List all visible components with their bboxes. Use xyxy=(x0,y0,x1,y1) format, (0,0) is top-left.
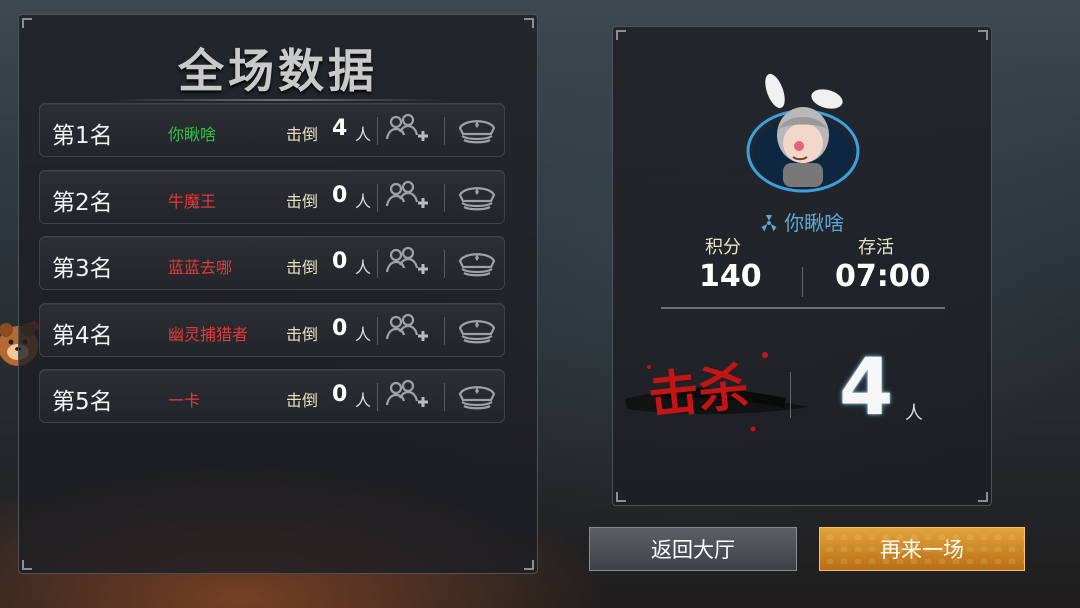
police-cap-icon[interactable] xyxy=(451,110,503,152)
stat-underline xyxy=(661,307,945,309)
row-kill-label: 击倒 xyxy=(286,192,319,211)
title-divider xyxy=(109,99,447,101)
row-rank: 第1名 xyxy=(52,123,113,149)
row-kill-label: 击倒 xyxy=(286,125,319,144)
scoreboard-row: 第5名 一卡 击倒 0 人 xyxy=(39,369,505,423)
row-kill-label: 击倒 xyxy=(286,391,319,410)
player-kill-count: 4 xyxy=(839,343,894,433)
police-cap-icon[interactable] xyxy=(451,310,503,352)
kill-divider xyxy=(790,372,791,418)
row-divider xyxy=(377,250,378,278)
return-lobby-button[interactable]: 返回大厅 xyxy=(589,527,797,571)
kill-title-brush: 击杀 xyxy=(615,337,815,437)
police-cap-icon[interactable] xyxy=(451,177,503,219)
row-divider xyxy=(377,117,378,145)
row-kill-count: 0 xyxy=(332,183,348,208)
row-divider xyxy=(444,184,445,212)
add-friend-icon[interactable] xyxy=(382,177,434,219)
row-player-name: 幽灵捕猎者 xyxy=(168,325,249,344)
radiation-icon xyxy=(760,211,784,235)
player-name: 你瞅啥 xyxy=(784,211,845,235)
scoreboard-row: 第3名 蓝蓝去哪 击倒 0 人 xyxy=(39,236,505,290)
scoreboard-title: 全场数据 xyxy=(178,44,378,98)
scoreboard-row: 第2名 牛魔王 击倒 0 人 xyxy=(39,170,505,224)
row-divider xyxy=(377,317,378,345)
row-kill-count: 0 xyxy=(332,249,348,274)
add-friend-icon[interactable] xyxy=(382,243,434,285)
row-kill-count: 4 xyxy=(332,116,348,141)
row-player-name: 蓝蓝去哪 xyxy=(168,258,233,277)
row-kill-unit: 人 xyxy=(355,325,372,344)
add-friend-icon[interactable] xyxy=(382,310,434,352)
scoreboard-row: 第1名 你瞅啥 击倒 4 人 xyxy=(39,103,505,157)
row-kill-count: 0 xyxy=(332,316,348,341)
add-friend-icon[interactable] xyxy=(382,376,434,418)
row-divider xyxy=(377,184,378,212)
stat-divider xyxy=(802,267,803,297)
row-rank: 第4名 xyxy=(52,323,113,349)
police-cap-icon[interactable] xyxy=(451,376,503,418)
score-value: 140 xyxy=(699,259,762,294)
row-divider xyxy=(444,117,445,145)
player-result-panel: 你瞅啥 积分 存活 140 07:00 击杀 4 人 xyxy=(612,26,992,506)
row-rank: 第3名 xyxy=(52,256,113,282)
row-kill-unit: 人 xyxy=(355,125,372,144)
row-player-name: 牛魔王 xyxy=(168,192,217,211)
row-divider xyxy=(444,317,445,345)
player-avatar xyxy=(743,73,863,203)
row-kill-count: 0 xyxy=(332,382,348,407)
police-cap-icon[interactable] xyxy=(451,243,503,285)
row-player-name: 你瞅啥 xyxy=(168,125,217,144)
player-name-row: 你瞅啥 xyxy=(613,207,991,236)
row-rank: 第5名 xyxy=(52,389,113,415)
row-kill-label: 击倒 xyxy=(286,258,319,277)
scoreboard-panel: 全场数据 第1名 你瞅啥 击倒 4 人 第2名 牛魔王 击倒 0 人 第3名 蓝… xyxy=(18,14,538,574)
kill-title-text: 击杀 xyxy=(646,357,752,426)
add-friend-icon[interactable] xyxy=(382,110,434,152)
row-kill-unit: 人 xyxy=(355,258,372,277)
row-kill-unit: 人 xyxy=(355,192,372,211)
row-divider xyxy=(444,383,445,411)
row-player-name: 一卡 xyxy=(168,391,201,410)
row-kill-label: 击倒 xyxy=(286,325,319,344)
survive-label: 存活 xyxy=(858,237,894,258)
survive-time: 07:00 xyxy=(835,259,931,294)
row-divider xyxy=(444,250,445,278)
row-kill-unit: 人 xyxy=(355,391,372,410)
scoreboard-row: 第4名 幽灵捕猎者 击倒 0 人 xyxy=(39,303,505,357)
row-divider xyxy=(377,383,378,411)
play-again-button[interactable]: 再来一场 xyxy=(819,527,1025,571)
player-kill-unit: 人 xyxy=(905,403,923,424)
score-label: 积分 xyxy=(705,237,741,258)
row-rank: 第2名 xyxy=(52,190,113,216)
